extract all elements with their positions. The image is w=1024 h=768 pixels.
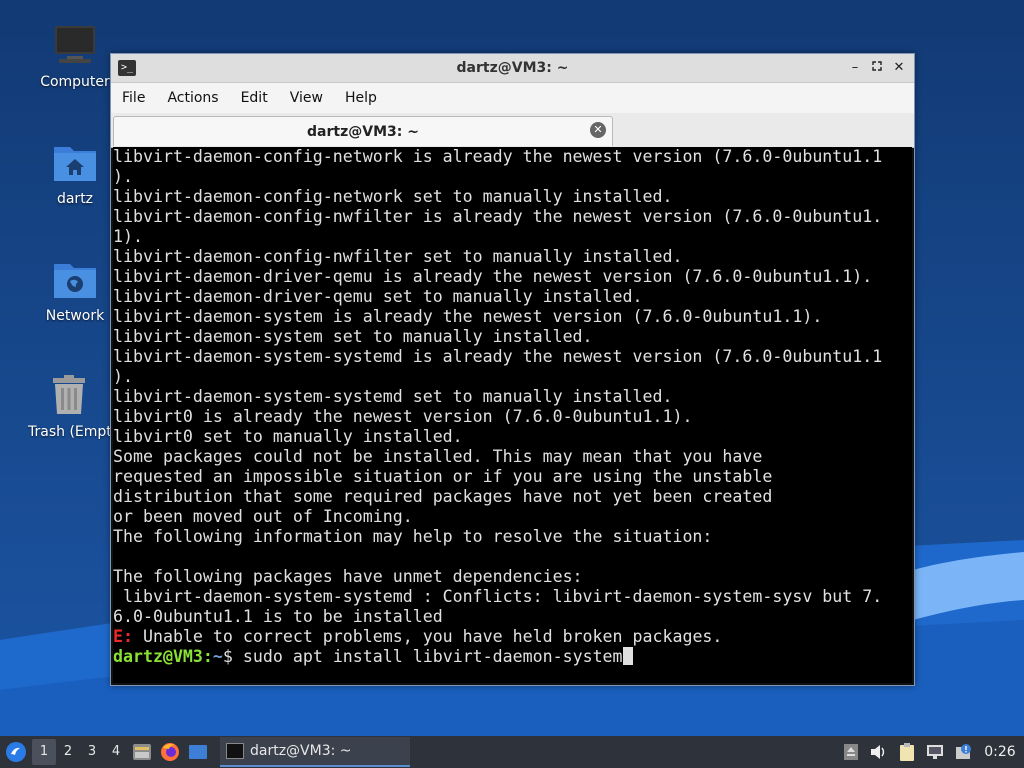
home-folder-icon xyxy=(51,139,99,187)
terminal-icon: >_ xyxy=(118,60,136,76)
desktop-icon-label: Trash (Empty) xyxy=(28,424,110,440)
terminal-line: libvirt-daemon-config-network is already… xyxy=(113,147,883,166)
menu-actions[interactable]: Actions xyxy=(156,90,229,106)
menu-edit[interactable]: Edit xyxy=(230,90,279,106)
terminal-line: or been moved out of Incoming. xyxy=(113,507,413,526)
terminal-icon xyxy=(226,743,244,759)
desktop-icon-label: Network xyxy=(45,308,105,324)
terminal-line: libvirt-daemon-config-nwfilter set to ma… xyxy=(113,247,683,266)
system-tray: 0:26 xyxy=(840,741,1020,763)
firefox-icon[interactable] xyxy=(156,738,184,766)
terminal-line: libvirt-daemon-system set to manually in… xyxy=(113,327,593,346)
terminal-output[interactable]: libvirt-daemon-config-network is already… xyxy=(113,147,912,683)
menu-help[interactable]: Help xyxy=(334,90,388,106)
terminal-line: libvirt-daemon-driver-qemu set to manual… xyxy=(113,287,643,306)
tab-bar: dartz@VM3: ~ ✕ xyxy=(111,113,914,148)
prompt-symbol: $ xyxy=(222,647,243,666)
menu-view[interactable]: View xyxy=(279,90,334,106)
typed-command[interactable]: sudo apt install libvirt-daemon-system xyxy=(243,647,623,666)
computer-icon xyxy=(51,22,99,70)
terminal-line: 1). xyxy=(113,227,143,246)
network-folder-icon xyxy=(51,256,99,304)
error-message: Unable to correct problems, you have hel… xyxy=(132,627,723,646)
terminal-line: libvirt-daemon-config-network set to man… xyxy=(113,187,673,206)
terminal-line: The following information may help to re… xyxy=(113,527,713,546)
prompt-user: dartz@VM3 xyxy=(113,647,203,666)
show-desktop-icon[interactable] xyxy=(184,738,212,766)
menu-file[interactable]: File xyxy=(111,90,156,106)
terminal-line: libvirt-daemon-system-systemd : Conflict… xyxy=(113,587,883,606)
workspace-1[interactable]: 1 xyxy=(32,739,56,765)
taskbar: 1 2 3 4 dartz@VM3: ~ 0:26 xyxy=(0,736,1024,768)
desktop-icon-network[interactable]: Network xyxy=(27,256,123,324)
terminal-line: ). xyxy=(113,167,133,186)
terminal-line: ). xyxy=(113,367,133,386)
desktop-icon-label: Computer xyxy=(40,74,110,90)
terminal-window: >_ dartz@VM3: ~ – ✕ File Actions Edit Vi… xyxy=(110,53,915,686)
workspace-2[interactable]: 2 xyxy=(56,739,80,765)
task-terminal[interactable]: dartz@VM3: ~ xyxy=(220,737,410,767)
desktop-icon-label: dartz xyxy=(56,191,94,207)
tab-close-icon[interactable]: ✕ xyxy=(590,122,606,138)
terminal-line: libvirt-daemon-system is already the new… xyxy=(113,307,823,326)
terminal-line: distribution that some required packages… xyxy=(113,487,773,506)
error-prefix: E: xyxy=(113,627,133,646)
terminal-line: 6.0-0ubuntu1.1 is to be installed xyxy=(113,607,443,626)
terminal-line: libvirt-daemon-system-systemd set to man… xyxy=(113,387,673,406)
clock[interactable]: 0:26 xyxy=(980,744,1020,760)
update-notifier-icon[interactable] xyxy=(952,741,974,763)
minimize-icon[interactable]: – xyxy=(846,59,864,77)
terminal-line: Some packages could not be installed. Th… xyxy=(113,447,763,466)
close-icon[interactable]: ✕ xyxy=(890,59,908,77)
start-menu-button[interactable] xyxy=(0,736,32,768)
volume-icon[interactable] xyxy=(868,741,890,763)
terminal-line: libvirt0 set to manually installed. xyxy=(113,427,463,446)
trash-icon xyxy=(45,372,93,420)
desktop-icon-computer[interactable]: Computer xyxy=(27,22,123,90)
terminal-line: libvirt0 is already the newest version (… xyxy=(113,407,693,426)
prompt-colon: : xyxy=(202,647,213,666)
tab-label: dartz@VM3: ~ xyxy=(307,123,419,140)
terminal-line: libvirt-daemon-driver-qemu is already th… xyxy=(113,267,873,286)
terminal-line: libvirt-daemon-system-systemd is already… xyxy=(113,347,883,366)
eject-icon[interactable] xyxy=(840,741,862,763)
prompt-path: ~ xyxy=(212,647,223,666)
clipboard-icon[interactable] xyxy=(896,741,918,763)
terminal-prompt-line[interactable]: dartz@VM3:~$ sudo apt install libvirt-da… xyxy=(113,647,912,667)
maximize-icon[interactable] xyxy=(868,59,886,77)
desktop-icon-trash[interactable]: Trash (Empty) xyxy=(27,372,110,440)
workspace-3[interactable]: 3 xyxy=(80,739,104,765)
window-title: dartz@VM3: ~ xyxy=(456,60,569,76)
file-manager-icon[interactable] xyxy=(128,738,156,766)
text-cursor xyxy=(622,647,633,665)
terminal-line: libvirt-daemon-config-nwfilter is alread… xyxy=(113,207,883,226)
lubuntu-logo-icon xyxy=(6,742,26,762)
terminal-error-line: E: Unable to correct problems, you have … xyxy=(113,627,912,647)
workspace-4[interactable]: 4 xyxy=(104,739,128,765)
terminal-line: The following packages have unmet depend… xyxy=(113,567,583,586)
window-titlebar[interactable]: >_ dartz@VM3: ~ – ✕ xyxy=(111,54,914,83)
menu-bar: File Actions Edit View Help xyxy=(111,83,914,113)
network-icon[interactable] xyxy=(924,741,946,763)
task-label: dartz@VM3: ~ xyxy=(250,743,352,759)
terminal-line: requested an impossible situation or if … xyxy=(113,467,773,486)
desktop-icon-home[interactable]: dartz xyxy=(27,139,123,207)
tab-terminal[interactable]: dartz@VM3: ~ ✕ xyxy=(113,116,613,146)
